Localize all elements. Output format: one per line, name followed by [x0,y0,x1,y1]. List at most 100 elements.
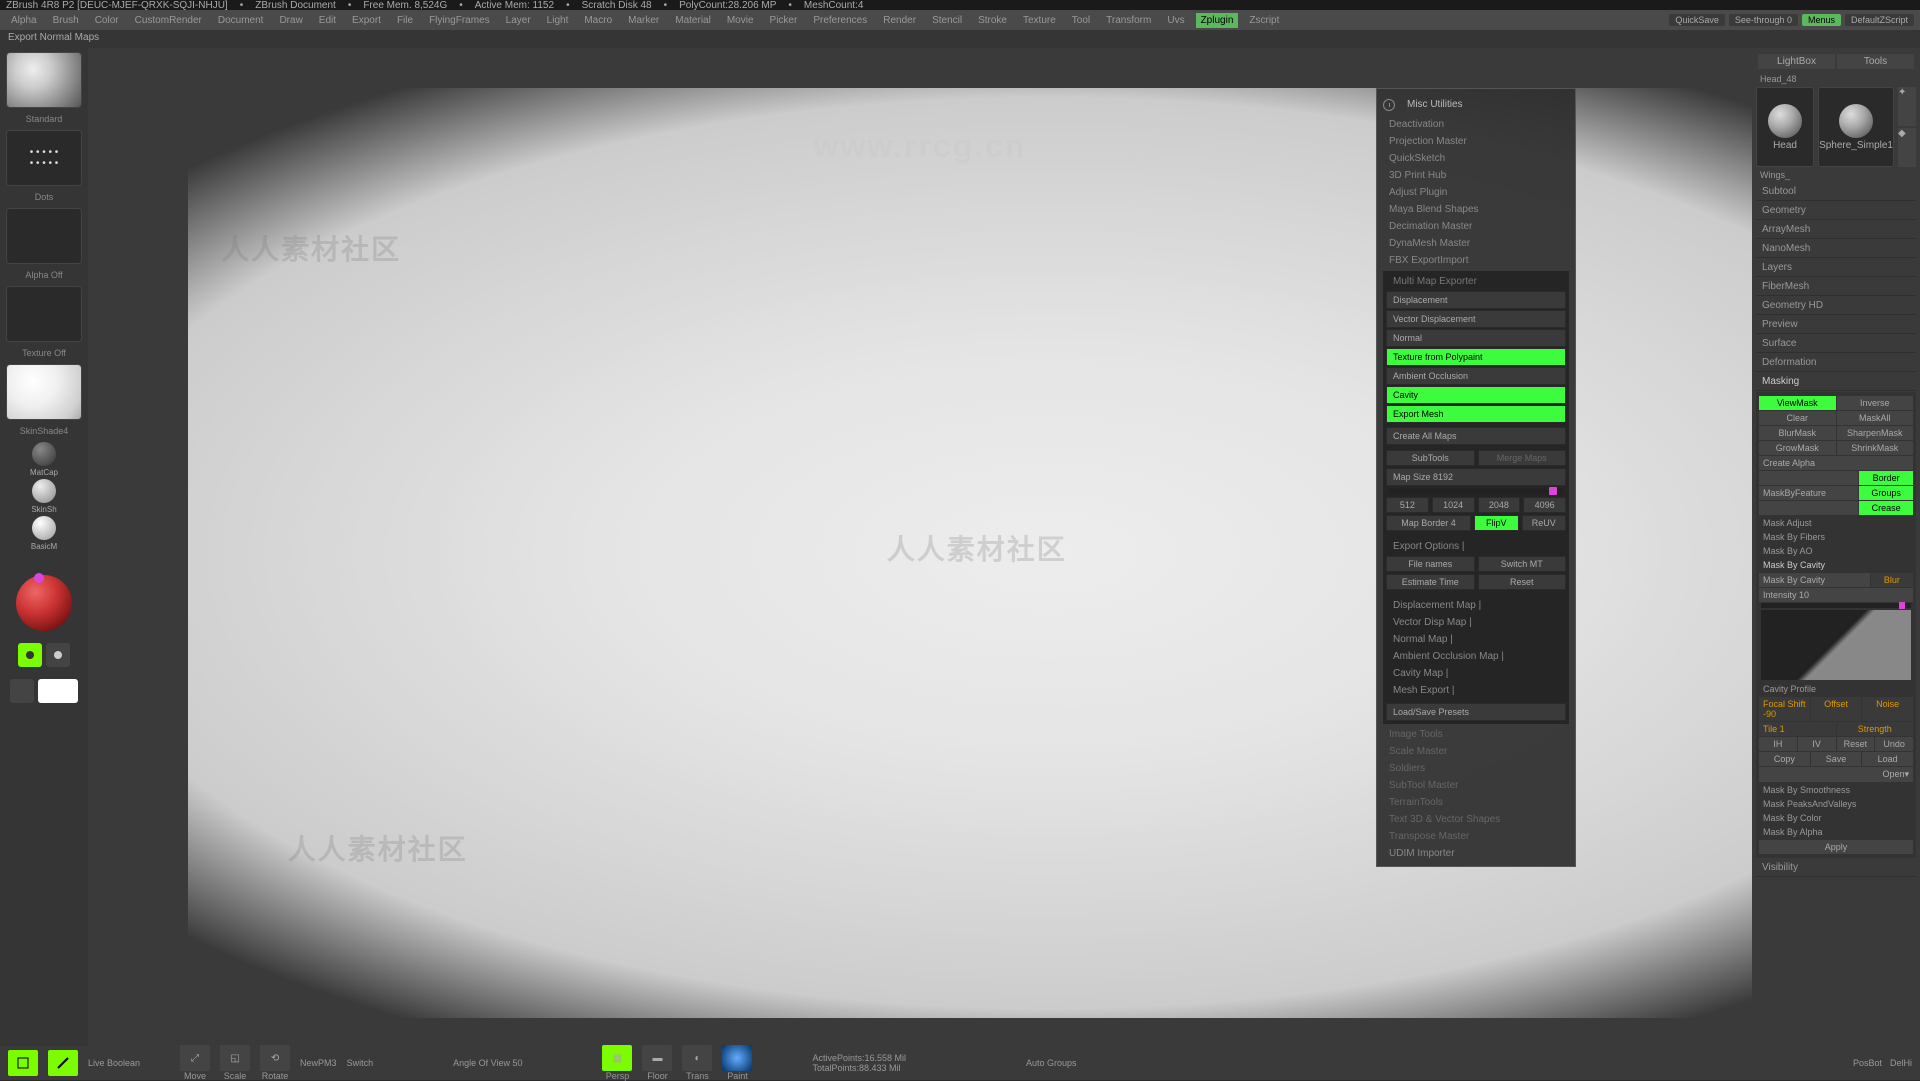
stroke-slot[interactable] [6,130,82,186]
move-button[interactable]: ⤢ [180,1045,210,1071]
maskall-button[interactable]: MaskAll [1837,411,1914,425]
menu-macro[interactable]: Macro [579,13,617,28]
gradient-toggle[interactable] [10,679,34,703]
section-deformation[interactable]: Deformation [1756,354,1916,372]
alpha-slot[interactable] [6,208,82,264]
history-icon[interactable] [1383,99,1395,111]
floor-button[interactable]: ▬ [642,1045,672,1071]
create-all-maps-button[interactable]: Create All Maps [1386,427,1566,445]
menu-flyingframes[interactable]: FlyingFrames [424,13,495,28]
lightbox-tab[interactable]: LightBox [1758,54,1835,69]
plugin-deactivation[interactable]: Deactivation [1381,116,1571,133]
color-picker-sphere[interactable] [16,575,72,631]
newpm-label[interactable]: NewPM3 [300,1058,337,1068]
mesh-export-section[interactable]: Mesh Export | [1385,682,1567,699]
color-swatch-main[interactable] [18,643,42,667]
loadsave-presets-button[interactable]: Load/Save Presets [1386,703,1566,721]
delhi-label[interactable]: DelHi [1890,1058,1912,1068]
toggle-export-mesh[interactable]: Export Mesh [1386,405,1566,423]
plugin-transpose[interactable]: Transpose Master [1381,828,1571,845]
maskadjust-label[interactable]: Mask Adjust [1759,516,1913,530]
trans-button[interactable]: ◐ [682,1045,712,1071]
blurmask-button[interactable]: BlurMask [1759,426,1836,440]
plugin-imagetools[interactable]: Image Tools [1381,726,1571,743]
menu-texture[interactable]: Texture [1018,13,1061,28]
plugin-dynamesh[interactable]: DynaMesh Master [1381,235,1571,252]
switchmt-button[interactable]: Switch MT [1478,556,1567,572]
plugin-udim[interactable]: UDIM Importer [1381,845,1571,862]
menu-render[interactable]: Render [878,13,921,28]
iv-button[interactable]: IV [1798,737,1836,751]
tool-thumb-head[interactable]: Head [1756,87,1814,167]
section-geometryhd[interactable]: Geometry HD [1756,297,1916,315]
material-slot[interactable] [6,364,82,420]
texture-slot[interactable] [6,286,82,342]
plugin-scalemaster[interactable]: Scale Master [1381,743,1571,760]
plugin-adjust[interactable]: Adjust Plugin [1381,184,1571,201]
toggle-texture-polypaint[interactable]: Texture from Polypaint [1386,348,1566,366]
menu-uvs[interactable]: Uvs [1162,13,1189,28]
curve-reset-button[interactable]: Reset [1837,737,1875,751]
vector-disp-map-section[interactable]: Vector Disp Map | [1385,614,1567,631]
inverse-button[interactable]: Inverse [1837,396,1914,410]
quicksave-button[interactable]: QuickSave [1669,14,1725,26]
menu-light[interactable]: Light [542,13,574,28]
seethrough-slider[interactable]: See-through 0 [1729,14,1798,26]
ih-button[interactable]: IH [1759,737,1797,751]
menu-transform[interactable]: Transform [1101,13,1156,28]
menu-stencil[interactable]: Stencil [927,13,967,28]
menu-edit[interactable]: Edit [314,13,341,28]
posbot-label[interactable]: PosBot [1853,1058,1882,1068]
toggle-cavity[interactable]: Cavity [1386,386,1566,404]
section-geometry[interactable]: Geometry [1756,202,1916,220]
noise-button[interactable]: Noise [1862,697,1913,721]
menu-marker[interactable]: Marker [623,13,664,28]
toggle-ambient-occlusion[interactable]: Ambient Occlusion [1386,367,1566,385]
reuv-toggle[interactable]: ReUV [1522,515,1567,531]
viewmask-button[interactable]: ViewMask [1759,396,1836,410]
plugin-quicksketch[interactable]: QuickSketch [1381,150,1571,167]
blur-button[interactable]: Blur [1871,573,1913,587]
section-visibility[interactable]: Visibility [1756,859,1916,877]
border-toggle[interactable]: Border [1859,471,1913,485]
draw-mode-icon[interactable] [48,1050,78,1076]
plugin-fbx[interactable]: FBX ExportImport [1381,252,1571,269]
autogroups-label[interactable]: Auto Groups [1026,1058,1077,1068]
plugin-maya-blend[interactable]: Maya Blend Shapes [1381,201,1571,218]
normal-map-section[interactable]: Normal Map | [1385,631,1567,648]
export-options-section[interactable]: Export Options | [1385,538,1567,555]
menu-color[interactable]: Color [90,13,124,28]
menu-alpha[interactable]: Alpha [6,13,42,28]
persp-button[interactable]: ▦ [602,1045,632,1071]
cavity-curve[interactable] [1761,610,1911,680]
color-white-swatch[interactable] [38,679,78,703]
estimate-time-button[interactable]: Estimate Time [1386,574,1475,590]
tools-tab[interactable]: Tools [1837,54,1914,69]
skinsh-ball[interactable] [32,479,56,503]
maskcavity-button[interactable]: Mask By Cavity [1759,573,1870,587]
section-nanomesh[interactable]: NanoMesh [1756,240,1916,258]
section-preview[interactable]: Preview [1756,316,1916,334]
menu-customrender[interactable]: CustomRender [130,13,207,28]
shrinkmask-button[interactable]: ShrinkMask [1837,441,1914,455]
mask-byalpha-label[interactable]: Mask By Alpha [1759,825,1913,839]
paint-button[interactable] [722,1045,752,1071]
menus-toggle[interactable]: Menus [1802,14,1841,26]
toggle-normal[interactable]: Normal [1386,329,1566,347]
mapsize-slider[interactable]: Map Size 8192 [1386,468,1566,486]
growmask-button[interactable]: GrowMask [1759,441,1836,455]
mapsize-slider-track[interactable] [1389,488,1563,494]
toggle-vector-disp[interactable]: Vector Displacement [1386,310,1566,328]
rotate-button[interactable]: ⟲ [260,1045,290,1071]
edit-mode-icon[interactable] [8,1050,38,1076]
aov-label[interactable]: Angle Of View 50 [453,1058,522,1068]
menu-file[interactable]: File [392,13,418,28]
menu-brush[interactable]: Brush [48,13,84,28]
intensity-slider-track[interactable] [1761,603,1911,608]
plugin-subtoolmaster[interactable]: SubTool Master [1381,777,1571,794]
tool-thumb-sphere[interactable]: Sphere_Simple1 [1818,87,1894,167]
cavity-map-section[interactable]: Cavity Map | [1385,665,1567,682]
curve-undo-button[interactable]: Undo [1875,737,1913,751]
liveboolean-label[interactable]: Live Boolean [88,1058,140,1068]
mergemaps-label[interactable]: Merge Maps [1478,450,1567,466]
